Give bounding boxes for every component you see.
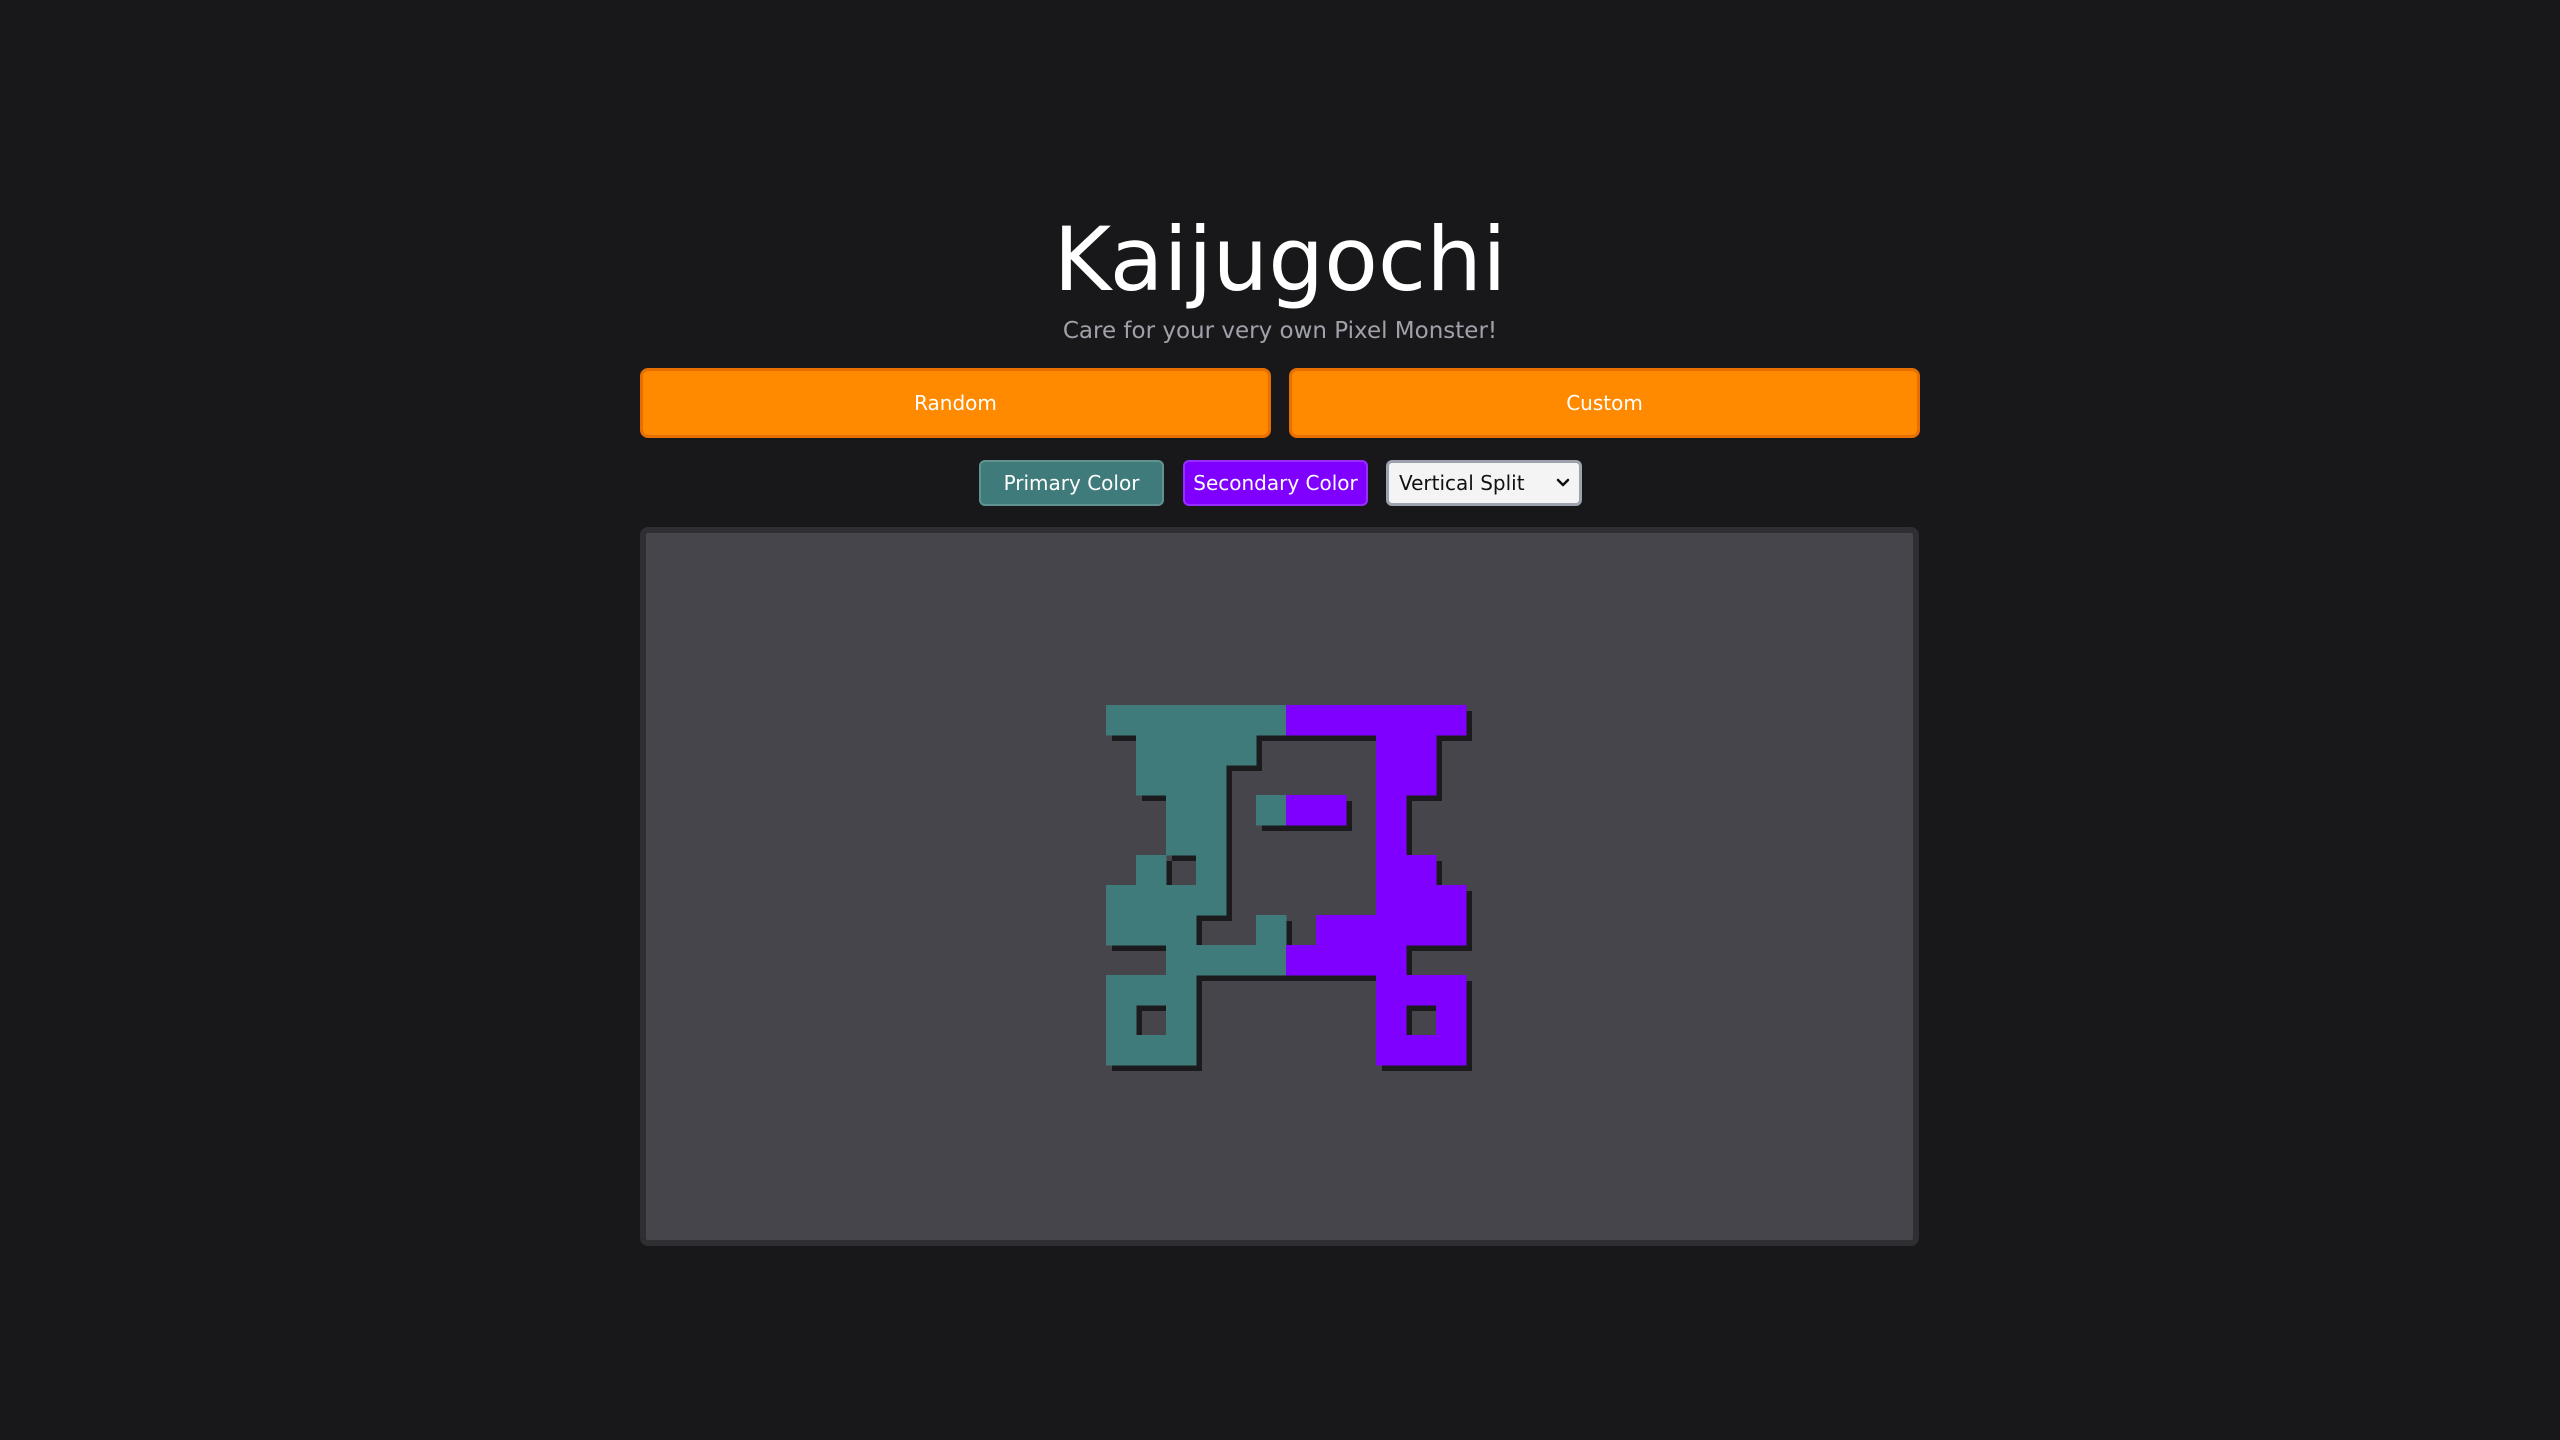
monster-pixel-primary	[1166, 735, 1197, 766]
monster-pixel-secondary	[1376, 1005, 1407, 1036]
monster-pixel-primary	[1166, 825, 1197, 856]
page-subtitle: Care for your very own Pixel Monster!	[1062, 318, 1498, 344]
secondary-color-button[interactable]: Secondary Color	[1183, 460, 1368, 506]
monster-pixel-primary	[1136, 975, 1167, 1006]
monster-pixel-secondary	[1406, 705, 1437, 736]
monster-pixel-primary	[1106, 1035, 1137, 1066]
monster-pixel-primary	[1136, 735, 1167, 766]
monster-pixel-primary	[1166, 1035, 1197, 1066]
monster-body	[1106, 705, 1467, 1066]
monster-pixel-primary	[1196, 765, 1227, 796]
monster-pixel-primary	[1196, 945, 1227, 976]
monster-pixel-primary	[1106, 885, 1137, 916]
monster-pixel-secondary	[1346, 915, 1377, 946]
monster-pixel-primary	[1226, 735, 1257, 766]
monster-pixel-secondary	[1286, 705, 1317, 736]
monster-pixel-primary	[1196, 735, 1227, 766]
monster-pixel-primary	[1136, 705, 1167, 736]
monster-pixel-primary	[1166, 765, 1197, 796]
monster-pixel-secondary	[1436, 915, 1467, 946]
monster-pixel-primary	[1166, 705, 1197, 736]
monster-pixel-primary	[1256, 945, 1287, 976]
monster-pixel-primary	[1166, 945, 1197, 976]
monster-pixel-primary	[1106, 975, 1137, 1006]
monster-pixel-secondary	[1346, 705, 1377, 736]
monster-pixel-secondary	[1376, 825, 1407, 856]
custom-button[interactable]: Custom	[1289, 368, 1920, 438]
monster-pixel-secondary	[1316, 945, 1347, 976]
split-mode-select[interactable]: Vertical Split	[1386, 460, 1582, 506]
monster-pixel-primary	[1106, 915, 1137, 946]
monster-pixel-primary	[1106, 1005, 1137, 1036]
monster-pixel-primary	[1196, 705, 1227, 736]
monster-pixel-primary	[1106, 705, 1137, 736]
monster-pixel-secondary	[1436, 1005, 1467, 1036]
monster-pixel-primary	[1136, 915, 1167, 946]
monster-pixel-primary	[1226, 705, 1257, 736]
monster-pixel-secondary	[1316, 915, 1347, 946]
monster-pixel-secondary	[1436, 975, 1467, 1006]
monster-pixel-secondary	[1376, 795, 1407, 826]
monster-pixel-primary	[1226, 945, 1257, 976]
monster-pixel-primary	[1196, 855, 1227, 886]
chevron-down-icon	[1553, 463, 1573, 503]
monster-pixel-primary	[1166, 885, 1197, 916]
monster-pixel-secondary	[1436, 885, 1467, 916]
monster-pixel-secondary	[1376, 885, 1407, 916]
monster-pixel-secondary	[1406, 735, 1437, 766]
monster-pixel-secondary	[1316, 795, 1347, 826]
monster-pixel-secondary	[1316, 705, 1347, 736]
monster-pixel-secondary	[1376, 705, 1407, 736]
monster-pixel-primary	[1166, 915, 1197, 946]
monster-pixel-primary	[1166, 795, 1197, 826]
monster-pixel-secondary	[1376, 975, 1407, 1006]
monster-pixel-primary	[1136, 765, 1167, 796]
monster-pixel-primary	[1136, 1035, 1167, 1066]
monster-pixel-primary	[1196, 825, 1227, 856]
monster-pixel-secondary	[1376, 735, 1407, 766]
monster-pixel-secondary	[1436, 1035, 1467, 1066]
monster-pixel-secondary	[1406, 855, 1437, 886]
monster-pixel-primary	[1256, 795, 1287, 826]
app-root: Kaijugochi Care for your very own Pixel …	[0, 0, 2560, 1440]
monster-pixel-secondary	[1376, 855, 1407, 886]
monster-pixel-secondary	[1406, 765, 1437, 796]
split-mode-value: Vertical Split	[1399, 471, 1525, 495]
monster-pixel-secondary	[1376, 915, 1407, 946]
monster-pixel-primary	[1256, 915, 1287, 946]
monster-pixel-primary	[1196, 795, 1227, 826]
monster-pixel-secondary	[1286, 795, 1317, 826]
monster-pixel-secondary	[1406, 885, 1437, 916]
monster-pixel-primary	[1256, 705, 1287, 736]
monster-pixel-primary	[1136, 885, 1167, 916]
monster-pixel-secondary	[1406, 975, 1437, 1006]
monster-pixel-secondary	[1406, 1035, 1437, 1066]
primary-color-button[interactable]: Primary Color	[979, 460, 1164, 506]
monster-pixel-secondary	[1376, 765, 1407, 796]
monster-pixel-secondary	[1376, 1035, 1407, 1066]
random-button[interactable]: Random	[640, 368, 1271, 438]
monster-pixel-primary	[1196, 885, 1227, 916]
monster-pixel-secondary	[1286, 945, 1317, 976]
monster-pixel-secondary	[1346, 945, 1377, 976]
monster-stage	[640, 527, 1919, 1246]
monster-pixel-primary	[1166, 975, 1197, 1006]
monster-pixel-secondary	[1406, 915, 1437, 946]
monster-pixel-secondary	[1376, 945, 1407, 976]
monster-pixel-primary	[1136, 855, 1167, 886]
page-title: Kaijugochi	[1053, 208, 1507, 311]
pixel-monster	[1106, 705, 1472, 1071]
monster-pixel-secondary	[1436, 705, 1467, 736]
monster-pixel-primary	[1166, 1005, 1197, 1036]
